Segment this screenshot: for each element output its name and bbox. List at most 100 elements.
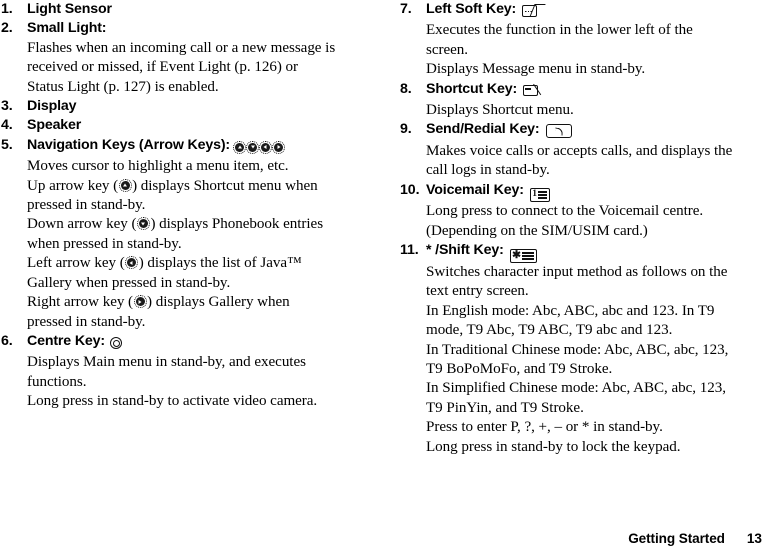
entry-heading: Send/Redial Key: [426,120,767,141]
entry-heading: Centre Key: [27,332,373,353]
voicemail-key-icon: 1 [529,188,550,203]
body-line: Press to enter P, ?, +, – or * in stand-… [426,419,663,436]
entry-heading-text: Display [27,98,77,115]
body-line: Gallery when pressed in stand-by. [27,274,231,291]
entry-heading-text: Light Sensor [27,1,112,17]
nav-down-key-icon [136,217,150,231]
body-line: Right arrow key () displays Gallery when [27,294,290,311]
body-line: Left arrow key () displays the list of J… [27,255,302,272]
right-column: 7. Left Soft Key: Executes the function in… [400,0,767,457]
entry-heading-text: Left Soft Key: [426,1,517,17]
entry-heading-icons [520,82,542,101]
star-key-sublabel [522,251,535,260]
body-line: when pressed in stand-by. [27,235,182,252]
star-key-glyph: ✱ [512,249,521,261]
manual-entry-4: 4. Speaker [1,116,373,135]
entry-heading: Voicemail Key: 1 [426,181,767,203]
manual-entry-11: 11. * /Shift Key: ✱ Switches character inpu… [400,241,767,457]
entry-heading-text: Shortcut Key: [426,80,518,97]
entry-heading: * /Shift Key: ✱ [426,241,767,263]
manual-entry-10: 10. Voicemail Key: 1 Long press to connect … [400,181,767,242]
manual-entry-7: 7. Left Soft Key: Executes the function in… [400,0,767,80]
manual-page: 1. Light Sensor 2. Small Light: Flashes when… [0,0,767,551]
entry-number: 9. [400,121,412,138]
body-line: Down arrow key () displays Phonebook ent… [27,216,324,233]
body-line: In English mode: Abc, ABC, abc and 123. … [426,302,715,319]
body-line: functions. [27,373,87,390]
entry-number: 11. [400,242,419,259]
body-line: T9 BoPoMoFo, and T9 Stroke. [426,361,613,377]
entry-body: Long press to connect to the Voicemail c… [426,202,767,241]
entry-body: Executes the function in the lower left … [426,21,767,79]
entry-heading-icons: ✱ [507,243,537,263]
entry-number: 10. [400,181,420,198]
send-redial-key-icon [545,124,572,139]
body-line: received or missed, if Event Light (p. 1… [27,59,298,76]
entry-heading: Small Light: [27,19,373,38]
entry-number: 5. [1,136,13,153]
body-line: (Depending on the SIM/USIM card.) [426,222,648,239]
entry-heading: Display [27,97,373,116]
body-line: Displays Shortcut menu. [426,102,574,119]
nav-right-key-icon [272,140,285,154]
body-line: call logs in stand-by. [426,162,550,179]
entry-body: Makes voice calls or accepts calls, and … [426,142,767,181]
manual-entry-5: 5. Navigation Keys (Arrow Keys): Moves cur… [1,136,373,332]
body-line: In Simplified Chinese mode: Abc, ABC, ab… [426,380,726,397]
body-line: Displays Main menu in stand-by, and exec… [27,354,306,371]
entry-heading-icons [519,2,543,21]
body-line: Moves cursor to highlight a menu item, e… [27,158,289,175]
body-line: Displays Message menu in stand-by. [426,61,646,78]
entry-number: 1. [1,1,13,17]
entry-number: 3. [1,98,13,115]
body-line: Switches character input method as follo… [426,263,728,280]
entry-heading: Left Soft Key: [426,0,767,21]
entry-body: Moves cursor to highlight a menu item, e… [27,157,373,332]
manual-entry-1: 1. Light Sensor [1,0,373,19]
shortcut-key-icon [523,84,542,97]
nav-up-key-icon [233,140,246,154]
entry-heading-text: Navigation Keys (Arrow Keys): [27,136,230,153]
entry-heading-icons [543,122,572,141]
voicemail-key-digit: 1 [532,189,537,200]
entry-heading-text: Speaker [27,117,82,134]
body-line: text entry screen. [426,283,529,300]
body-line: T9 PinYin, and T9 Stroke. [426,399,584,416]
entry-heading-text: Small Light: [27,20,107,37]
entry-heading: Shortcut Key: [426,80,767,101]
footer-section-title: Getting Started [628,531,725,546]
entry-heading-icons [233,138,285,157]
entry-heading: Light Sensor [27,0,373,19]
entry-heading: Speaker [27,116,373,135]
footer-page-number: 13 [746,531,762,546]
body-line: Flashes when an incoming call or a new m… [27,39,336,56]
nav-left-key-icon [125,256,139,270]
manual-entry-8: 8. Shortcut Key: Displays Shortcut menu. [400,80,767,121]
entry-heading: Navigation Keys (Arrow Keys): [27,136,373,157]
nav-right-key-icon [133,295,147,309]
body-line: Long press in stand-by to activate video… [27,393,318,410]
voicemail-key-glyph [538,190,548,199]
page-footer: Getting Started 13 [0,527,767,551]
body-line: Executes the function in the lower left … [426,22,693,39]
body-line: Long press to connect to the Voicemail c… [426,203,704,220]
entry-heading-text: Send/Redial Key: [426,121,540,138]
entry-number: 4. [1,117,13,134]
entry-heading-icons: 1 [527,183,550,203]
left-soft-key-icon [522,4,543,17]
entry-heading-text: * /Shift Key: [426,242,504,259]
body-line: pressed in stand-by. [27,313,146,330]
nav-left-key-icon [259,140,272,154]
entry-body: Flashes when an incoming call or a new m… [27,39,373,97]
body-line: pressed in stand-by. [27,197,146,214]
manual-entry-2: 2. Small Light: Flashes when an incoming c… [1,19,373,97]
manual-entry-6: 6. Centre Key: Displays Main menu in stand… [1,332,373,412]
entry-body: Displays Main menu in stand-by, and exec… [27,353,373,411]
nav-down-key-icon [246,140,259,154]
entry-heading-icons [108,334,122,353]
body-line: In Traditional Chinese mode: Abc, ABC, a… [426,341,729,358]
entry-number: 7. [400,1,412,17]
body-line: mode, T9 Abc, T9 ABC, T9 abc and 123. [426,322,673,339]
star-shift-key-icon: ✱ [509,248,537,263]
entry-heading-text: Voicemail Key: [426,181,524,198]
